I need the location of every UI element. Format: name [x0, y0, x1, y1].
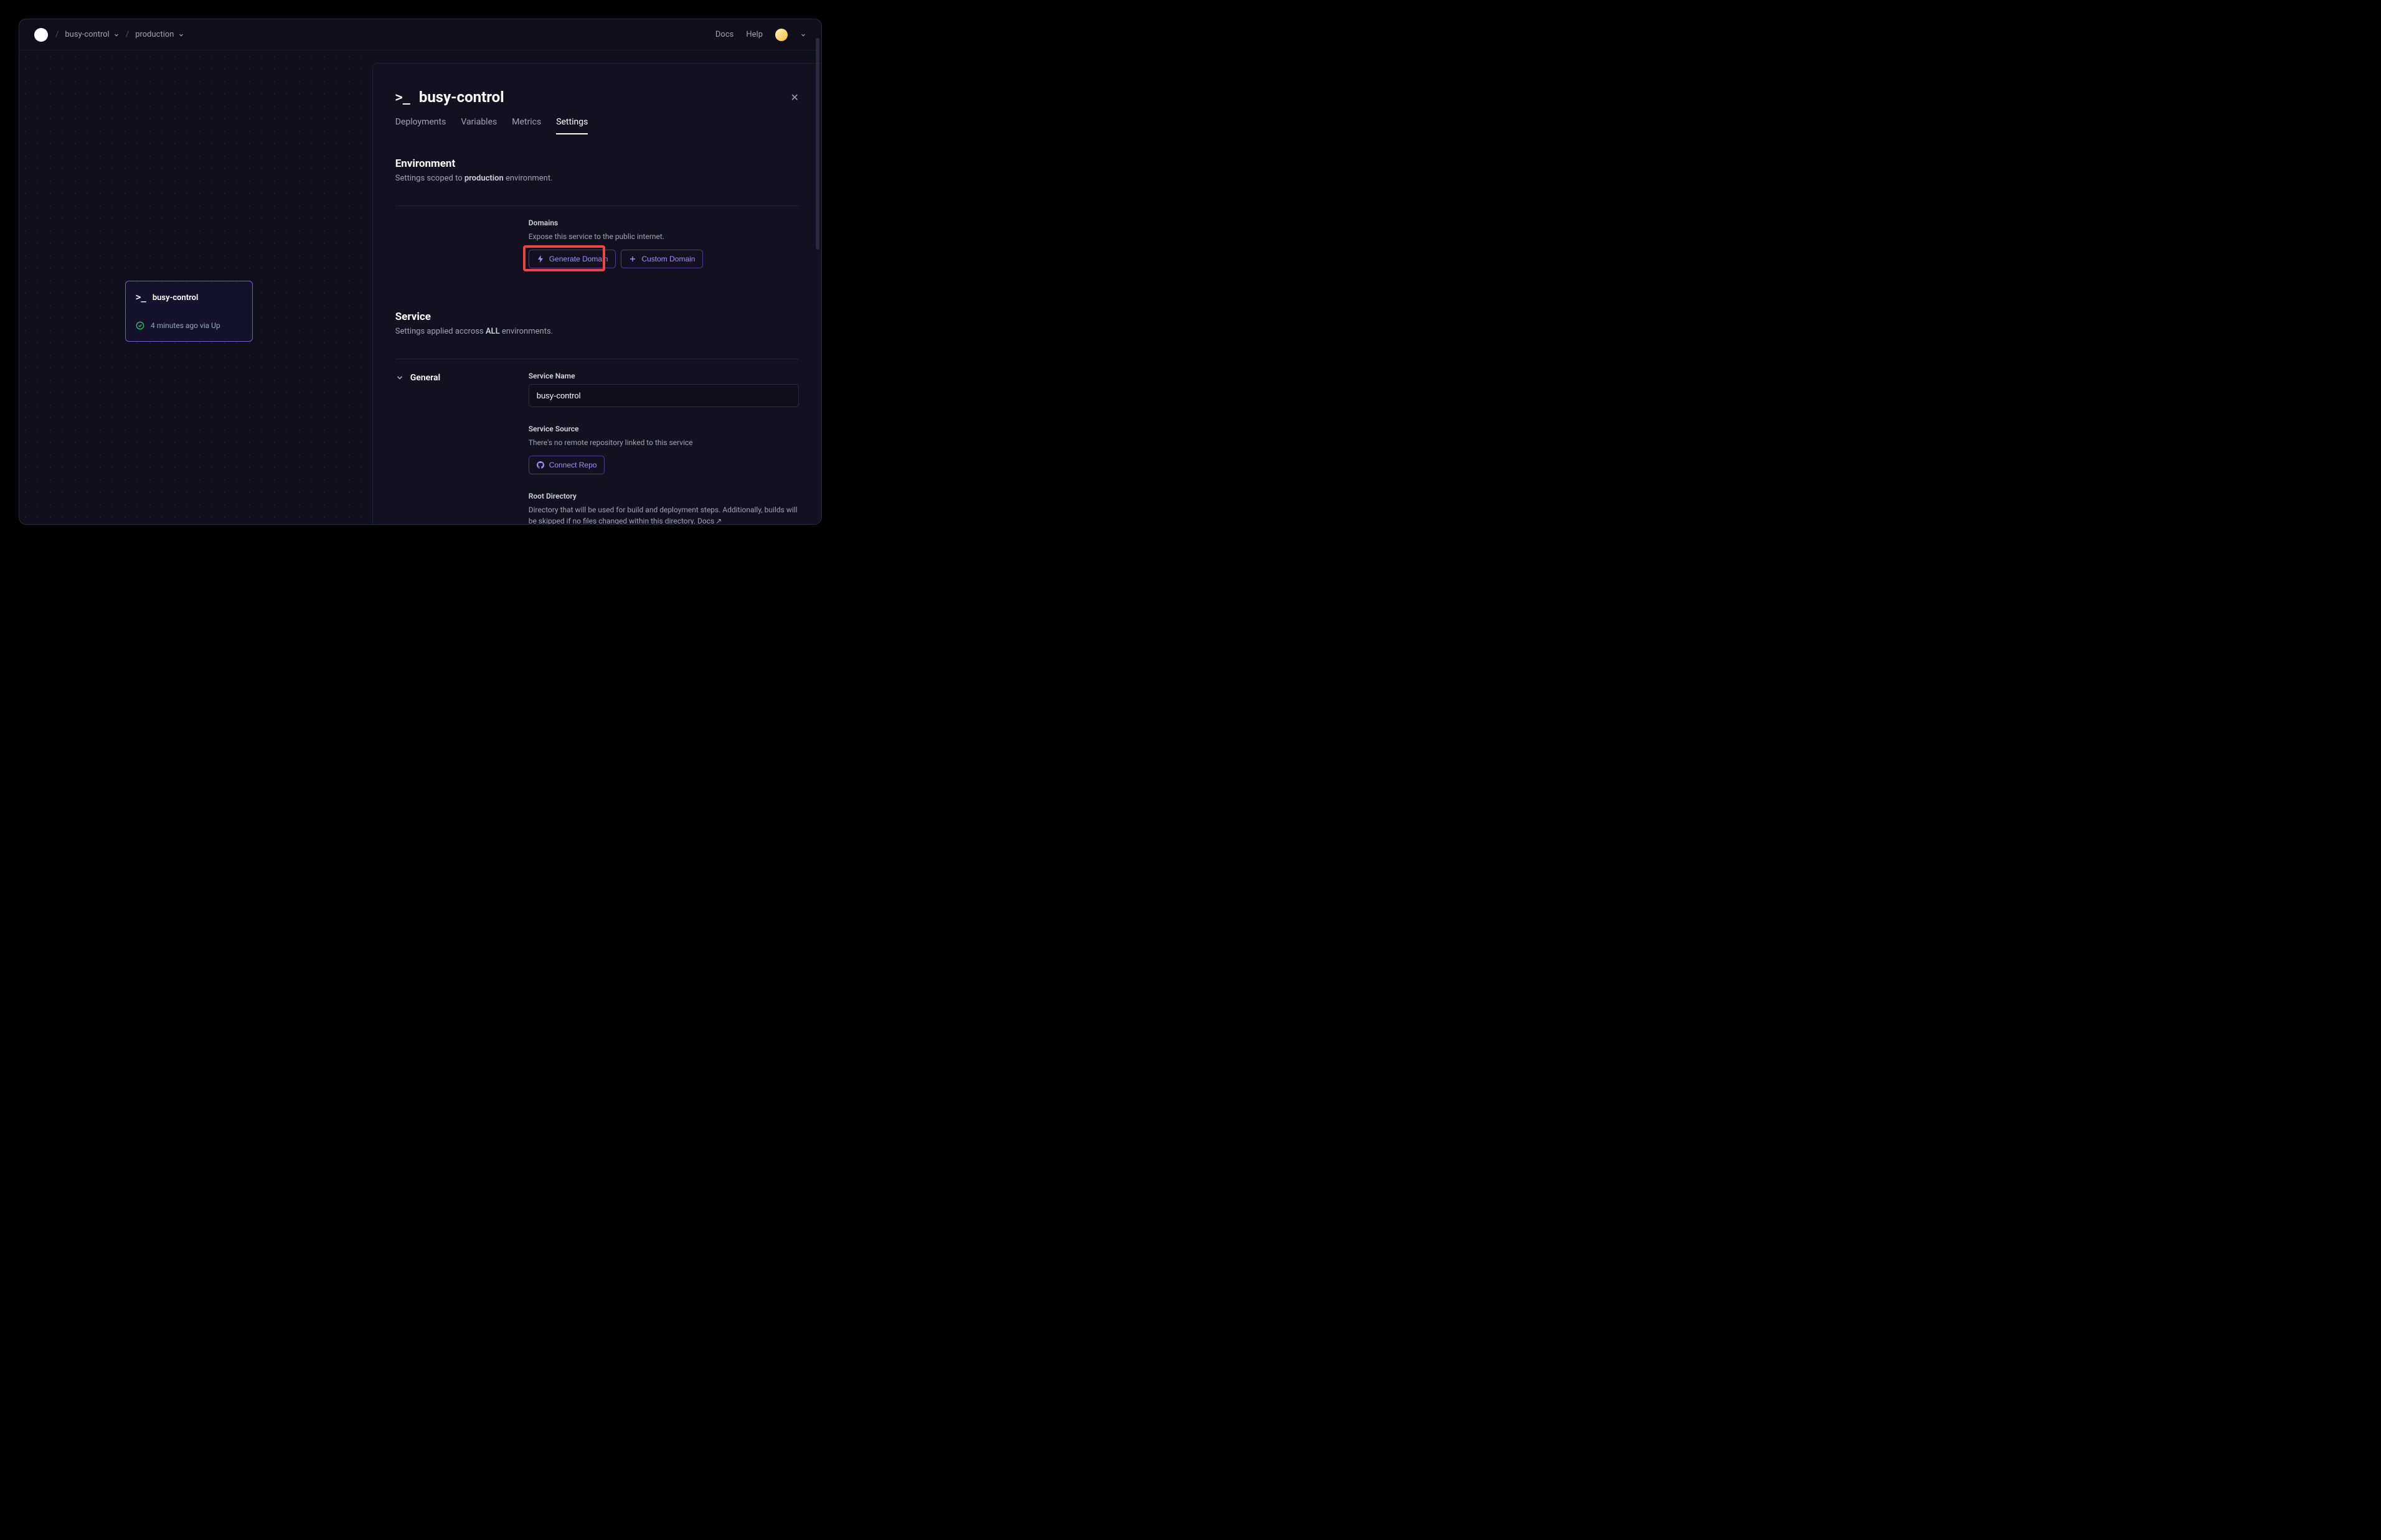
service-name-field: Service Name	[529, 372, 799, 407]
general-left: General	[395, 372, 529, 524]
service-desc: Settings applied accross ALL environment…	[395, 327, 799, 336]
details-panel: >_ busy-control ✕ Deployments Variables …	[372, 63, 821, 524]
tab-metrics[interactable]: Metrics	[512, 117, 541, 134]
generate-domain-button[interactable]: Generate Domain	[529, 250, 616, 268]
domains-left	[395, 218, 529, 286]
connect-repo-label: Connect Repo	[549, 461, 597, 469]
service-source-field: Service Source There's no remote reposit…	[529, 425, 799, 474]
help-link[interactable]: Help	[746, 30, 763, 39]
status-text: 4 minutes ago via Up	[151, 321, 220, 330]
service-name-input[interactable]	[529, 384, 799, 407]
breadcrumb-project-label: busy-control	[65, 30, 109, 39]
top-bar-right: Docs Help	[715, 29, 806, 41]
top-bar: / busy-control / production Docs Help	[19, 19, 821, 50]
breadcrumb-separator: /	[126, 30, 129, 39]
tabs: Deployments Variables Metrics Settings	[395, 117, 799, 135]
chevron-down-icon[interactable]	[800, 32, 806, 38]
panel-header: >_ busy-control ✕	[395, 88, 799, 106]
breadcrumb-separator: /	[55, 30, 59, 39]
top-bar-left: / busy-control / production	[34, 28, 184, 42]
logo-icon[interactable]	[34, 28, 48, 42]
domains-right: Domains Expose this service to the publi…	[529, 218, 799, 286]
chevron-down-icon	[178, 32, 184, 38]
tab-variables[interactable]: Variables	[461, 117, 497, 134]
service-source-desc: There's no remote repository linked to t…	[529, 437, 799, 448]
panel-title: busy-control	[419, 88, 504, 106]
chevron-down-icon	[113, 32, 120, 38]
environment-desc: Settings scoped to production environmen…	[395, 174, 799, 183]
service-section: Service Settings applied accross ALL env…	[395, 311, 799, 524]
domains-buttons: Generate Domain Custom Domain	[529, 250, 799, 268]
service-name-label: Service Name	[529, 372, 799, 380]
panel-title-group: >_ busy-control	[395, 88, 504, 106]
environment-section: Environment Settings scoped to productio…	[395, 157, 799, 286]
root-directory-label: Root Directory	[529, 492, 799, 500]
scrollbar[interactable]	[816, 38, 819, 250]
root-directory-docs-link[interactable]: Docs↗	[697, 517, 722, 524]
environment-title: Environment	[395, 157, 799, 170]
avatar[interactable]	[775, 29, 788, 41]
general-right: Service Name Service Source There's no r…	[529, 372, 799, 524]
breadcrumb-environment[interactable]: production	[135, 30, 184, 39]
service-card-status: 4 minutes ago via Up	[136, 321, 242, 330]
service-card-header: >_ busy-control	[136, 293, 242, 303]
service-card[interactable]: >_ busy-control 4 minutes ago via Up	[125, 281, 253, 342]
canvas-area[interactable]: >_ busy-control 4 minutes ago via Up	[19, 50, 372, 524]
domains-label: Domains	[529, 218, 799, 227]
breadcrumb-environment-label: production	[135, 30, 174, 39]
domains-field: Domains Expose this service to the publi…	[529, 218, 799, 268]
root-directory-field: Root Directory Directory that will be us…	[529, 492, 799, 524]
github-icon	[537, 461, 544, 469]
generate-domain-highlight: Generate Domain	[529, 250, 616, 268]
terminal-icon: >_	[136, 293, 146, 303]
general-label: General	[410, 373, 440, 383]
plus-icon	[629, 255, 636, 263]
app-window: / busy-control / production Docs Help	[19, 19, 822, 525]
main-content: >_ busy-control 4 minutes ago via Up >_ …	[19, 50, 821, 524]
service-title: Service	[395, 311, 799, 323]
close-button[interactable]: ✕	[791, 92, 799, 103]
external-link-icon: ↗	[715, 515, 722, 524]
root-directory-desc: Directory that will be used for build an…	[529, 504, 799, 524]
breadcrumb-project[interactable]: busy-control	[65, 30, 119, 39]
tab-deployments[interactable]: Deployments	[395, 117, 446, 134]
service-card-title: busy-control	[153, 293, 198, 303]
docs-link[interactable]: Docs	[715, 30, 733, 39]
custom-domain-label: Custom Domain	[641, 255, 695, 263]
service-source-label: Service Source	[529, 425, 799, 433]
custom-domain-button[interactable]: Custom Domain	[621, 250, 703, 268]
breadcrumb: / busy-control / production	[55, 30, 184, 39]
lightning-icon	[537, 255, 544, 263]
generate-domain-label: Generate Domain	[549, 255, 608, 263]
tab-settings[interactable]: Settings	[556, 117, 588, 134]
general-row: General Service Name Service Source Ther…	[395, 359, 799, 524]
connect-repo-button[interactable]: Connect Repo	[529, 456, 605, 474]
domains-row: Domains Expose this service to the publi…	[395, 205, 799, 286]
terminal-icon: >_	[395, 90, 410, 105]
domains-desc: Expose this service to the public intern…	[529, 231, 799, 242]
chevron-down-icon[interactable]	[395, 373, 404, 382]
check-circle-icon	[136, 321, 144, 330]
